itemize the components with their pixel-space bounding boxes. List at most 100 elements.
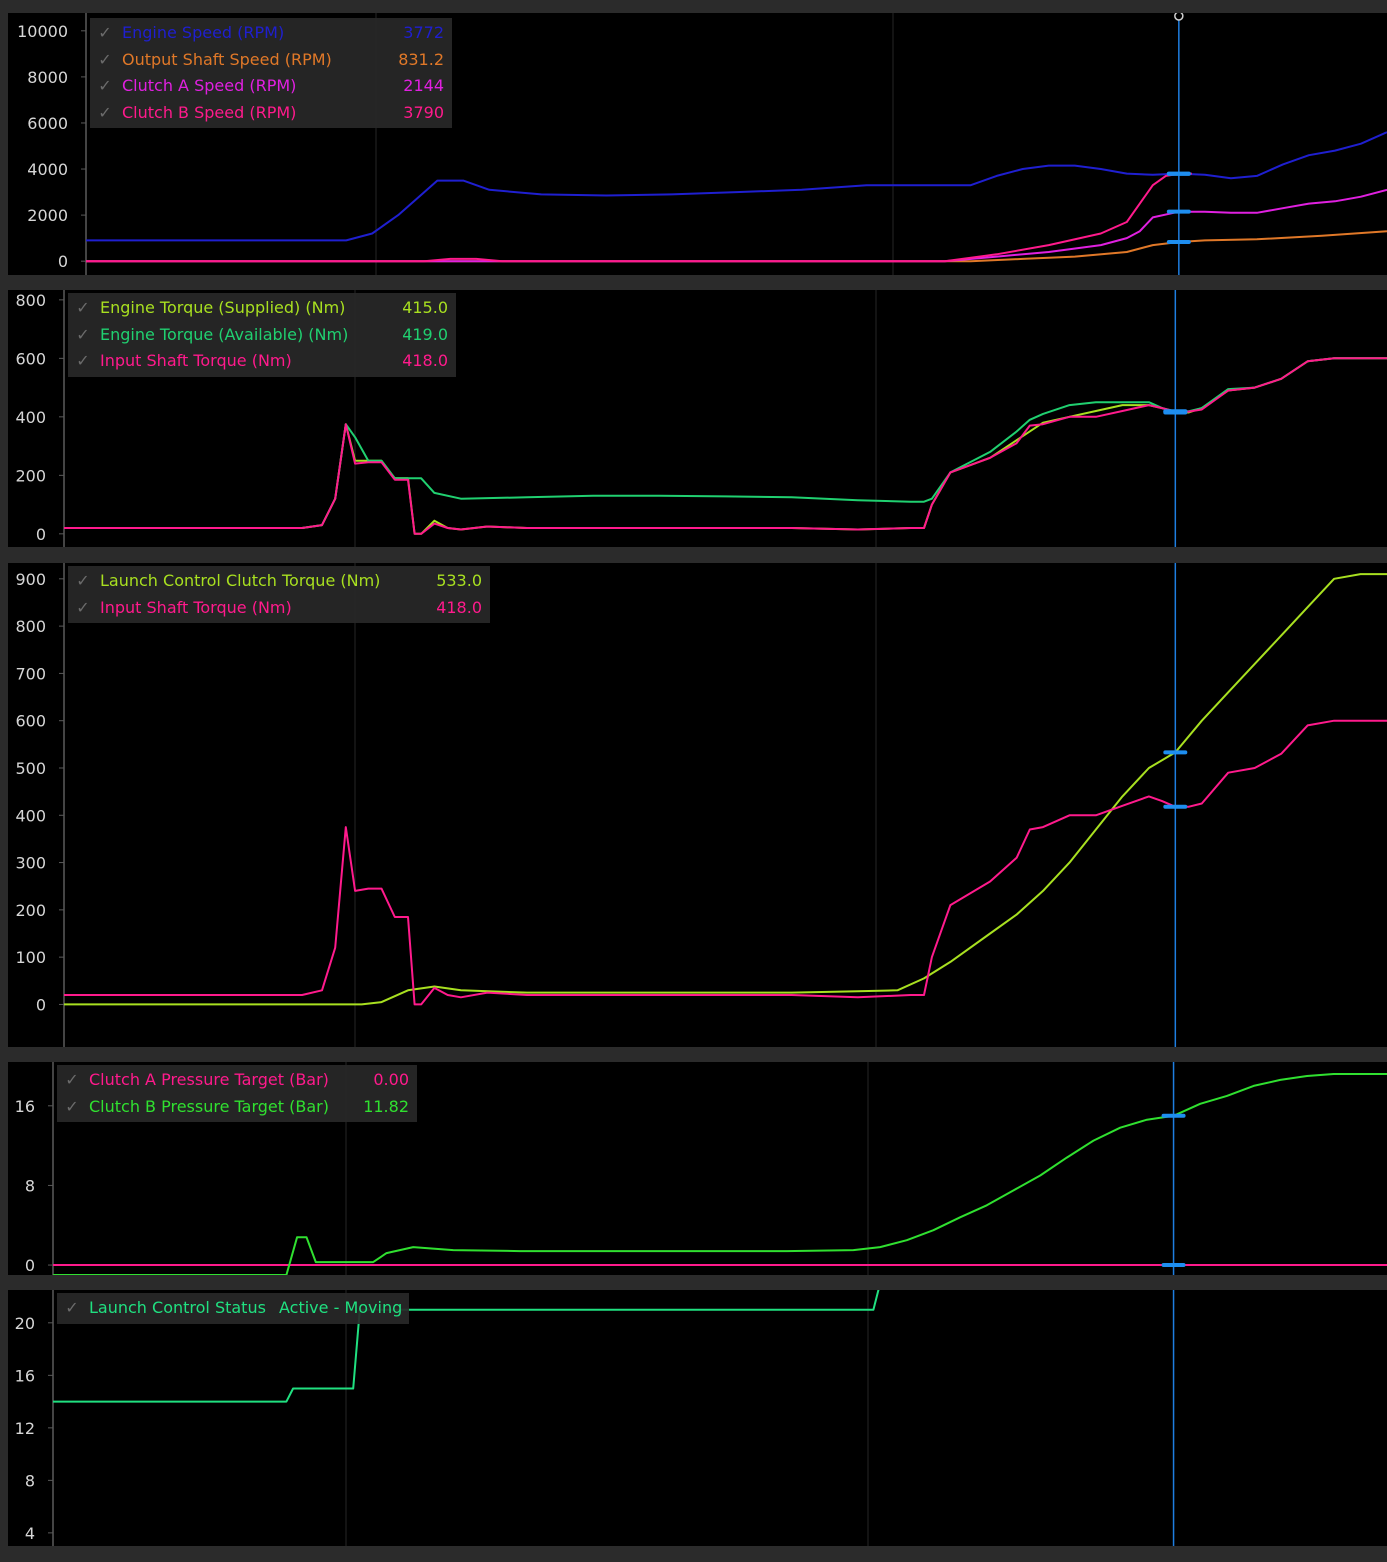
status-chart-panel[interactable]: 4 8 12 16 20 ✓ Launch Control Status Active - … <box>8 1290 1387 1546</box>
check-icon[interactable]: ✓ <box>72 568 94 594</box>
check-icon[interactable]: ✓ <box>72 322 94 348</box>
legend-entry[interactable]: ✓ Launch Control Status Active - Moving <box>61 1295 403 1322</box>
y-tick-label: 100 <box>15 948 46 967</box>
y-tick-label: 500 <box>15 759 46 778</box>
y-tick-label: 600 <box>15 712 46 731</box>
series-line <box>64 719 1387 1006</box>
y-tick-label: 8000 <box>27 68 68 87</box>
series-line <box>86 172 1192 263</box>
y-tick-label: 20 <box>15 1314 35 1333</box>
cursor-handle-icon <box>1174 13 1184 21</box>
launch-torque-chart-svg[interactable]: 0 100 200 300 400 500 600 700 800 900 <box>8 563 1387 1047</box>
series-value: Active - Moving <box>279 1298 403 1318</box>
check-icon[interactable]: ✓ <box>94 73 116 99</box>
speed-legend: ✓ Engine Speed (RPM) 3772 ✓ Output Shaft Sp… <box>90 18 452 128</box>
launch-torque-legend: ✓ Launch Control Clutch Torque (Nm) 533.0 … <box>68 566 490 623</box>
check-icon[interactable]: ✓ <box>61 1067 83 1093</box>
y-tick-label: 10000 <box>17 22 68 41</box>
chart-window: 0 2000 4000 6000 8000 10000 ✓ Engine Speed (RP… <box>0 0 1387 1562</box>
series-name: Clutch B Speed (RPM) <box>122 102 297 122</box>
torque-chart-panel[interactable]: 0 200 400 600 800 ✓ Engine Torque (Supplied) … <box>8 290 1387 547</box>
y-tick-label: 0 <box>25 1256 35 1275</box>
series-line <box>64 573 1387 1006</box>
legend-entry[interactable]: ✓ Clutch A Speed (RPM) 2144 <box>94 73 444 100</box>
torque-legend: ✓ Engine Torque (Supplied) (Nm) 415.0 ✓ Eng… <box>68 293 456 377</box>
legend-entry[interactable]: ✓ Engine Speed (RPM) 3772 <box>94 20 444 47</box>
speed-chart-panel[interactable]: 0 2000 4000 6000 8000 10000 ✓ Engine Speed (RP… <box>8 13 1387 275</box>
series-name: Output Shaft Speed (RPM) <box>122 49 332 69</box>
pressure-legend: ✓ Clutch A Pressure Target (Bar) 0.00 ✓ Clu… <box>57 1065 417 1122</box>
status-legend: ✓ Launch Control Status Active - Moving <box>57 1293 409 1324</box>
series-value: 419.0 <box>402 324 448 344</box>
series-name: Clutch A Speed (RPM) <box>122 76 297 96</box>
series-name: Engine Torque (Available) (Nm) <box>100 324 349 344</box>
y-tick-label: 800 <box>15 617 46 636</box>
legend-entry[interactable]: ✓ Clutch A Pressure Target (Bar) 0.00 <box>61 1067 409 1094</box>
legend-entry[interactable]: ✓ Clutch B Pressure Target (Bar) 11.82 <box>61 1094 409 1121</box>
series-value: 831.2 <box>398 49 444 69</box>
check-icon[interactable]: ✓ <box>94 47 116 73</box>
series-value: 533.0 <box>436 571 482 591</box>
series-name: Launch Control Status <box>89 1298 266 1318</box>
y-tick-label: 4 <box>25 1524 35 1543</box>
y-tick-label: 16 <box>15 1097 35 1116</box>
series-value: 418.0 <box>402 351 448 371</box>
y-tick-label: 800 <box>15 291 46 310</box>
y-tick-label: 0 <box>36 525 46 544</box>
series-line <box>86 188 1387 263</box>
legend-entry[interactable]: ✓ Engine Torque (Available) (Nm) 419.0 <box>72 322 448 349</box>
check-icon[interactable]: ✓ <box>72 595 94 621</box>
check-icon[interactable]: ✓ <box>61 1094 83 1120</box>
y-tick-label: 600 <box>15 349 46 368</box>
series-line <box>86 131 1387 242</box>
y-tick-label: 200 <box>15 901 46 920</box>
y-tick-label: 8 <box>25 1471 35 1490</box>
series-value: 418.0 <box>436 597 482 617</box>
y-tick-label: 4000 <box>27 160 68 179</box>
y-tick-label: 700 <box>15 664 46 683</box>
series-name: Engine Speed (RPM) <box>122 23 285 43</box>
legend-entry[interactable]: ✓ Clutch B Speed (RPM) 3790 <box>94 100 444 127</box>
launch-torque-chart-panel[interactable]: 0 100 200 300 400 500 600 700 800 900 ✓ Launch Con… <box>8 563 1387 1047</box>
series-line <box>64 357 1387 529</box>
y-tick-label: 6000 <box>27 114 68 133</box>
series-line <box>64 357 1387 535</box>
series-value: 3772 <box>403 23 444 43</box>
series-name: Input Shaft Torque (Nm) <box>100 351 292 371</box>
series-name: Clutch A Pressure Target (Bar) <box>89 1070 329 1090</box>
check-icon[interactable]: ✓ <box>94 20 116 46</box>
series-value: 415.0 <box>402 298 448 318</box>
series-value: 11.82 <box>363 1096 409 1116</box>
y-tick-label: 0 <box>58 252 68 271</box>
status-chart-svg[interactable]: 4 8 12 16 20 <box>8 1290 1387 1546</box>
check-icon[interactable]: ✓ <box>72 348 94 374</box>
check-icon[interactable]: ✓ <box>61 1295 83 1321</box>
y-tick-label: 900 <box>15 570 46 589</box>
series-name: Input Shaft Torque (Nm) <box>100 597 292 617</box>
series-name: Launch Control Clutch Torque (Nm) <box>100 571 381 591</box>
y-tick-label: 400 <box>15 806 46 825</box>
y-tick-label: 300 <box>15 854 46 873</box>
series-line <box>64 357 1387 535</box>
y-tick-label: 2000 <box>27 206 68 225</box>
legend-entry[interactable]: ✓ Input Shaft Torque (Nm) 418.0 <box>72 595 482 622</box>
legend-entry[interactable]: ✓ Input Shaft Torque (Nm) 418.0 <box>72 348 448 375</box>
legend-entry[interactable]: ✓ Launch Control Clutch Torque (Nm) 533.0 <box>72 568 482 595</box>
legend-entry[interactable]: ✓ Output Shaft Speed (RPM) 831.2 <box>94 47 444 74</box>
series-name: Engine Torque (Supplied) (Nm) <box>100 298 346 318</box>
y-tick-label: 12 <box>15 1419 35 1438</box>
y-tick-label: 16 <box>15 1366 35 1385</box>
series-value: 2144 <box>403 76 444 96</box>
series-line <box>86 230 1387 263</box>
series-value: 0.00 <box>373 1070 409 1090</box>
legend-entry[interactable]: ✓ Engine Torque (Supplied) (Nm) 415.0 <box>72 295 448 322</box>
check-icon[interactable]: ✓ <box>72 295 94 321</box>
y-tick-label: 0 <box>36 995 46 1014</box>
series-value: 3790 <box>403 102 444 122</box>
check-icon[interactable]: ✓ <box>94 100 116 126</box>
y-tick-label: 400 <box>15 408 46 427</box>
y-tick-label: 8 <box>25 1176 35 1195</box>
y-tick-label: 200 <box>15 466 46 485</box>
series-name: Clutch B Pressure Target (Bar) <box>89 1096 329 1116</box>
pressure-chart-panel[interactable]: 0 8 16 ✓ Clutch A Pressure Target (Bar) 0.00… <box>8 1062 1387 1275</box>
